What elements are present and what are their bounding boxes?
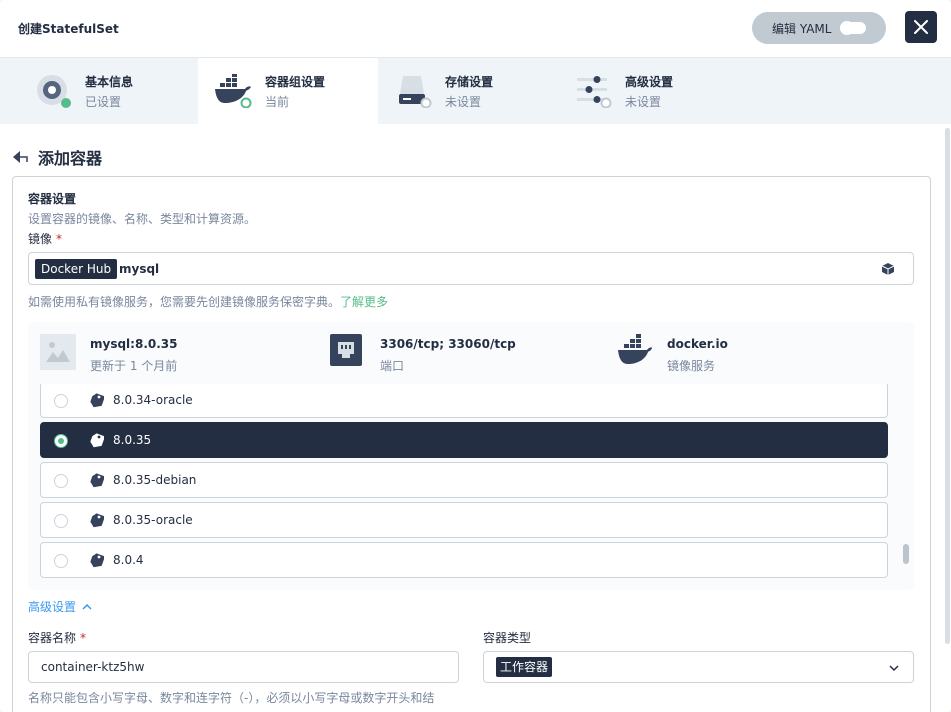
- version-radio[interactable]: [54, 554, 68, 568]
- tab-status: 未设置: [625, 95, 662, 109]
- version-radio[interactable]: [54, 394, 68, 408]
- container-type-label: 容器类型: [483, 631, 532, 645]
- tab-storage-settings[interactable]: 存储设置 未设置: [378, 58, 558, 124]
- version-row[interactable]: 8.0.35-oracle: [40, 502, 888, 538]
- container-settings-card: 容器设置 设置容器的镜像、名称、类型和计算资源。 镜像 * Docker Hub …: [12, 176, 931, 712]
- tag-icon: [90, 513, 104, 528]
- version-row[interactable]: 8.0.35-debian: [40, 462, 888, 498]
- version-label: 8.0.4: [113, 553, 144, 567]
- page-title: 添加容器: [38, 149, 103, 168]
- version-label: 8.0.35-debian: [113, 473, 197, 487]
- chevron-down-icon: [889, 665, 899, 672]
- registry-label: 镜像服务: [667, 359, 716, 373]
- section-description: 设置容器的镜像、名称、类型和计算资源。: [28, 212, 257, 226]
- learn-more-link[interactable]: 了解更多: [340, 295, 388, 309]
- back-button[interactable]: 添加容器: [12, 145, 102, 169]
- tag-icon: [90, 393, 104, 408]
- ports-label: 端口: [380, 359, 405, 373]
- tab-container-settings[interactable]: 容器组设置 当前: [198, 58, 378, 124]
- docker-icon: [215, 74, 252, 108]
- section-title: 容器设置: [28, 192, 77, 206]
- image-label: 镜像 *: [28, 232, 63, 246]
- advanced-settings-toggle[interactable]: 高级设置: [28, 598, 92, 615]
- tab-advanced-settings[interactable]: 高级设置 未设置: [558, 58, 738, 124]
- registry-tag[interactable]: Docker Hub: [35, 259, 118, 279]
- tag-icon: [90, 553, 104, 568]
- dialog-body: 添加容器 容器设置 设置容器的镜像、名称、类型和计算资源。 镜像 * Docker…: [0, 124, 951, 712]
- version-row[interactable]: 8.0.4: [40, 542, 888, 578]
- tab-label: 基本信息: [85, 75, 134, 89]
- image-value: mysql: [119, 262, 160, 276]
- close-icon: [914, 20, 928, 34]
- version-label: 8.0.35: [113, 433, 152, 447]
- registry-value: docker.io: [667, 337, 728, 351]
- private-registry-hint: 如需使用私有镜像服务，您需要先创建镜像服务保密字典。了解更多: [28, 295, 389, 309]
- version-radio[interactable]: [54, 474, 68, 488]
- port-icon: [330, 334, 362, 366]
- ports-value: 3306/tcp; 33060/tcp: [380, 337, 516, 351]
- tab-basic-info[interactable]: 基本信息 已设置: [0, 58, 198, 124]
- version-radio[interactable]: [54, 514, 68, 528]
- yaml-switch[interactable]: [840, 21, 866, 35]
- tab-status: 未设置: [445, 95, 482, 109]
- chevron-up-icon: [82, 603, 92, 610]
- container-type-select[interactable]: 工作容器: [483, 651, 914, 683]
- create-statefulset-dialog: 创建StatefulSet 编辑 YAML 基本信息 已设置 容器组设置 当前 …: [0, 0, 951, 712]
- edit-yaml-label: 编辑 YAML: [772, 21, 832, 36]
- storage-icon: [399, 76, 432, 108]
- version-label: 8.0.35-oracle: [113, 513, 193, 527]
- tab-label: 容器组设置: [265, 75, 326, 89]
- dialog-header: 创建StatefulSet 编辑 YAML: [0, 0, 951, 58]
- image-name: mysql:8.0.35: [90, 337, 178, 351]
- advanced-settings-icon: [577, 76, 612, 108]
- version-row-selected[interactable]: 8.0.35: [40, 422, 888, 458]
- back-arrow-icon: [13, 151, 28, 163]
- basic-info-icon: [37, 75, 71, 108]
- edit-yaml-toggle[interactable]: 编辑 YAML: [752, 12, 886, 44]
- tag-icon: [90, 433, 104, 448]
- dialog-title: 创建StatefulSet: [18, 22, 119, 36]
- container-name-hint: 名称只能包含小写字母、数字和连字符（-），必须以小写字母或数字开头和结: [28, 691, 435, 705]
- version-list: 8.0.34-oracle 8.0.35 8.0.35-debian 8.0.3…: [40, 384, 888, 580]
- image-updated: 更新于 1 个月前: [90, 359, 178, 373]
- version-label: 8.0.34-oracle: [113, 393, 193, 407]
- tab-label: 存储设置: [445, 75, 494, 89]
- step-tabs: 基本信息 已设置 容器组设置 当前 存储设置 未设置 高级设置 未设置: [0, 58, 951, 124]
- container-name-label: 容器名称 *: [28, 631, 87, 645]
- image-search-input[interactable]: Docker Hub mysql: [28, 252, 914, 285]
- image-detail-panel: mysql:8.0.35 更新于 1 个月前 3306/tcp; 33060/t…: [28, 322, 914, 590]
- docker-registry-icon: [618, 334, 652, 364]
- version-list-scrollbar[interactable]: [903, 544, 909, 564]
- close-button[interactable]: [905, 11, 937, 43]
- version-radio[interactable]: [54, 434, 68, 448]
- image-placeholder-icon: [40, 334, 76, 370]
- tab-status: 已设置: [85, 95, 122, 109]
- container-type-value: 工作容器: [496, 657, 553, 677]
- tab-label: 高级设置: [625, 75, 674, 89]
- version-row[interactable]: 8.0.34-oracle: [40, 384, 888, 418]
- container-name-input[interactable]: container-ktz5hw: [28, 651, 459, 683]
- tab-status: 当前: [265, 95, 290, 109]
- dialog-scrollbar[interactable]: [945, 128, 950, 644]
- cube-icon[interactable]: [881, 262, 895, 276]
- tag-icon: [90, 473, 104, 488]
- advanced-settings-label: 高级设置: [28, 600, 77, 614]
